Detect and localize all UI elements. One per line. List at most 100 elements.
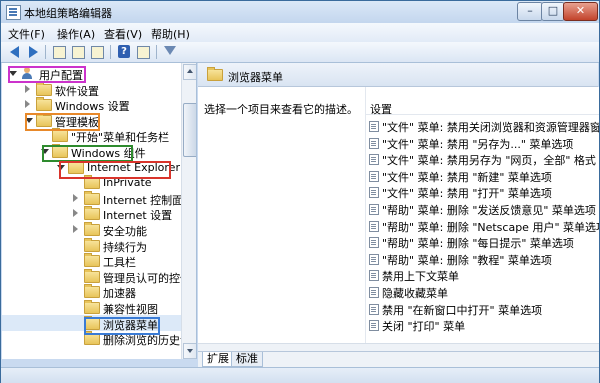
folder-icon [84, 268, 100, 283]
console-tree[interactable]: 用户配置 软件设置 Windows 设置 管理模板 "开始"菜单和任务栏 Windows … [2, 63, 197, 359]
setting-label: 禁用 "在新窗口中打开" 菜单选项 [382, 303, 543, 317]
highlight-user-config [8, 66, 86, 83]
folder-icon [36, 81, 52, 96]
tree-scrollbar[interactable] [181, 63, 196, 359]
policy-setting-icon [369, 320, 379, 332]
setting-label: 关闭 "打印" 菜单 [382, 320, 466, 334]
setting-label: "帮助" 菜单: 删除 "发送反馈意见" 菜单选项 [382, 204, 596, 217]
folder-up-icon [53, 46, 66, 59]
highlight-internet-explorer [59, 161, 171, 179]
setting-row[interactable]: 关闭 "打印" 菜单 [366, 316, 599, 334]
toolbar: ? [1, 42, 599, 63]
tree-item[interactable]: Internet 控制面板 [2, 190, 194, 207]
menu-help[interactable]: 帮助(H) [151, 26, 190, 42]
folder-icon [84, 206, 100, 221]
setting-row[interactable]: "帮助" 菜单: 删除 "教程" 菜单选项 [366, 250, 599, 267]
tree-item[interactable]: 加速器 [2, 283, 182, 300]
policy-setting-icon [369, 121, 379, 132]
up-level-button[interactable] [51, 44, 67, 60]
tree-item[interactable]: 持续行为 [2, 237, 182, 254]
setting-label: "文件" 菜单: 禁用另存为 "网页，全部" 格式 [382, 154, 596, 168]
policy-setting-icon [369, 287, 379, 298]
toolbar-separator [45, 45, 46, 59]
setting-row[interactable]: "帮助" 菜单: 删除 "发送反馈意见" 菜单选项 [366, 200, 599, 217]
folder-icon [84, 300, 100, 314]
policy-setting-icon [369, 204, 379, 215]
policy-setting-icon [369, 220, 379, 232]
setting-label: 禁用上下文菜单 [382, 270, 459, 284]
tree-item[interactable]: 管理员认可的控件 [2, 268, 191, 285]
close-button[interactable]: ✕ [563, 2, 598, 21]
description-column: 选择一个项目来查看它的描述。 [198, 87, 363, 343]
highlight-admin-templates [25, 113, 100, 131]
setting-row[interactable]: "文件" 菜单: 禁用 "打开" 菜单选项 [366, 183, 599, 201]
menu-view[interactable]: 查看(V) [104, 26, 142, 42]
setting-label: "文件" 菜单: 禁用 "另存为..." 菜单选项 [382, 137, 574, 151]
title-bar: 本地组策略编辑器 – □ ✕ [1, 1, 599, 23]
setting-row[interactable]: "文件" 菜单: 禁用 "另存为..." 菜单选项 [366, 134, 599, 151]
policy-setting-icon [369, 237, 379, 249]
forward-arrow-icon [29, 46, 38, 58]
help-button[interactable]: ? [116, 44, 132, 60]
folder-icon [52, 128, 68, 143]
collapsed-arrow-icon[interactable] [73, 225, 78, 233]
settings-column-label: 设置 [370, 103, 392, 116]
scroll-down-button[interactable] [183, 343, 196, 359]
policy-setting-icon [369, 137, 379, 149]
policy-setting-icon [369, 154, 379, 166]
collapsed-arrow-icon[interactable] [73, 193, 78, 202]
tree-item[interactable]: Windows 设置 [2, 96, 182, 113]
tab-standard[interactable]: 标准 [231, 352, 263, 367]
setting-row[interactable]: 禁用 "在新窗口中打开" 菜单选项 [366, 300, 599, 317]
folder-icon [84, 222, 100, 236]
group-policy-editor-window: 本地组策略编辑器 – □ ✕ 文件(F) 操作(A) 查看(V) 帮助(H) ?… [0, 0, 600, 383]
properties-button[interactable] [135, 44, 151, 60]
detail-header-title: 浏览器菜单 [228, 71, 283, 84]
collapsed-arrow-icon[interactable] [25, 84, 30, 93]
collapsed-arrow-icon[interactable] [73, 209, 78, 218]
minimize-button[interactable]: – [517, 2, 543, 21]
setting-row[interactable]: "文件" 菜单: 禁用关闭浏览器和资源管理器窗口 [366, 117, 599, 134]
policy-setting-icon [369, 170, 379, 182]
back-arrow-icon [10, 46, 19, 58]
setting-label: 隐藏收藏菜单 [382, 287, 448, 300]
settings-list[interactable]: 设置 "文件" 菜单: 禁用关闭浏览器和资源管理器窗口 "文件" 菜单: 禁用 "… [365, 87, 599, 343]
setting-row[interactable]: "文件" 菜单: 禁用 "新建" 菜单选项 [366, 167, 599, 184]
setting-row[interactable]: 隐藏收藏菜单 [366, 283, 599, 300]
export-icon [91, 46, 104, 59]
setting-label: "帮助" 菜单: 删除 "每日提示" 菜单选项 [382, 237, 574, 251]
menu-action[interactable]: 操作(A) [57, 26, 95, 42]
menu-file[interactable]: 文件(F) [8, 26, 45, 42]
folder-icon [36, 97, 52, 112]
filter-button[interactable] [162, 44, 178, 60]
collapsed-arrow-icon[interactable] [25, 100, 30, 109]
maximize-button[interactable]: □ [541, 2, 565, 21]
folder-icon [84, 284, 100, 299]
tree-item[interactable]: Internet 设置 [2, 205, 182, 222]
policy-setting-icon [369, 303, 379, 315]
setting-row[interactable]: "帮助" 菜单: 删除 "Netscape 用户" 菜单选项 [366, 217, 599, 234]
show-hide-tree-button[interactable] [70, 44, 86, 60]
forward-button[interactable] [25, 44, 41, 60]
highlight-windows-components [42, 145, 133, 162]
tree-item[interactable]: 安全功能 [2, 221, 182, 238]
detail-header: 浏览器菜单 [198, 63, 598, 87]
settings-column-header[interactable]: 设置 [366, 97, 599, 116]
toolbar-separator [110, 45, 111, 59]
folder-icon [207, 67, 223, 81]
setting-row[interactable]: "文件" 菜单: 禁用另存为 "网页，全部" 格式 [366, 150, 599, 168]
folder-icon [84, 253, 100, 268]
description-text: 选择一个项目来查看它的描述。 [204, 103, 358, 116]
scroll-up-button[interactable] [183, 64, 196, 80]
setting-label: "文件" 菜单: 禁用 "打开" 菜单选项 [382, 187, 552, 201]
export-list-button[interactable] [89, 44, 105, 60]
tree-item[interactable]: 兼容性视图 [2, 299, 182, 316]
folder-icon [84, 237, 100, 252]
policy-setting-icon [369, 187, 379, 199]
setting-row[interactable]: 禁用上下文菜单 [366, 266, 599, 284]
tree-item[interactable]: 工具栏 [2, 252, 182, 269]
scroll-thumb[interactable] [183, 103, 196, 157]
setting-row[interactable]: "帮助" 菜单: 删除 "每日提示" 菜单选项 [366, 233, 599, 251]
back-button[interactable] [7, 44, 23, 60]
tab-extended[interactable]: 扩展 [202, 352, 234, 367]
